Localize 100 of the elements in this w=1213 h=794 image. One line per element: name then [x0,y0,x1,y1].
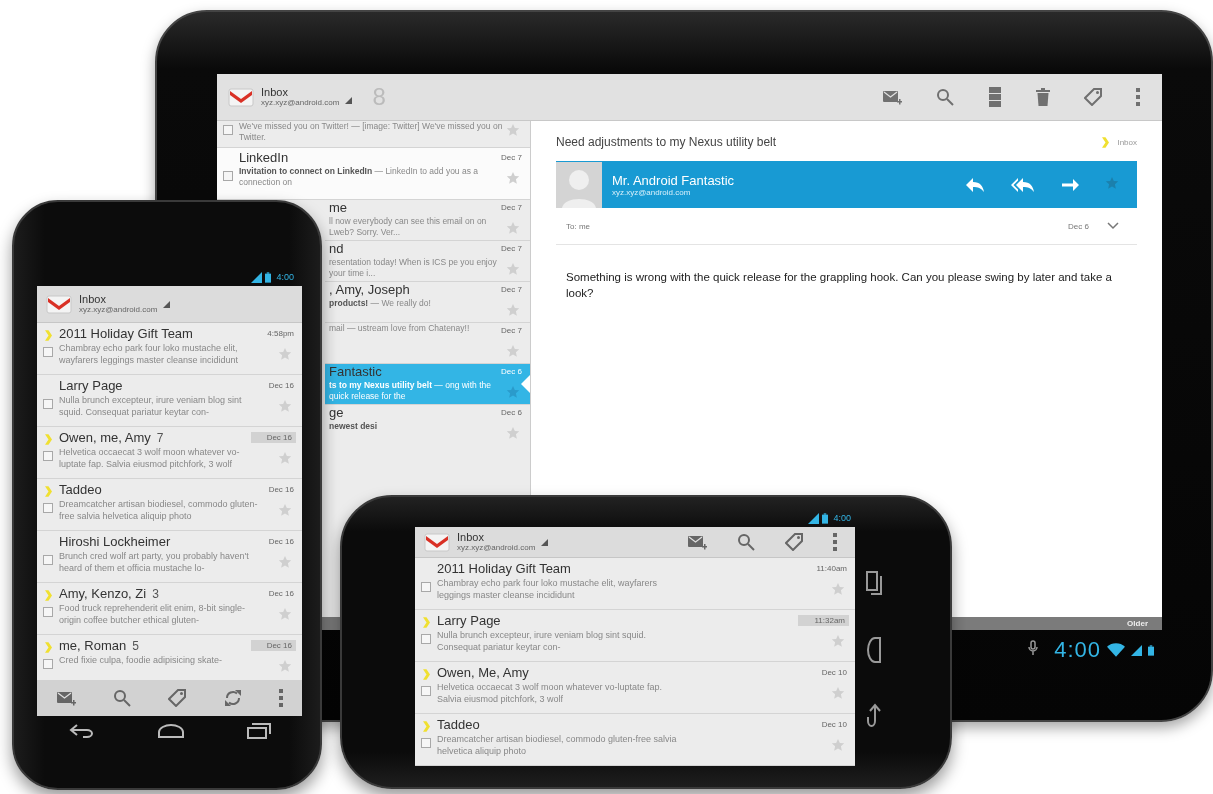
email-row[interactable]: LinkedIn Invitation to connect on LinkedIn — LinkedIn to add you as a connection on Dec 7 [217,148,530,200]
reply-all-icon[interactable] [1011,176,1035,193]
email-snippet: Invitation to connect on LinkedIn — LinkedIn to add you as a connection on [239,166,480,188]
star-icon[interactable] [831,686,845,700]
email-snippet: products! — We really do! [329,298,432,309]
tag-icon[interactable] [1084,88,1102,106]
microphone-icon[interactable] [1028,640,1039,656]
tag-icon[interactable] [168,689,187,707]
email-row[interactable]: Fantastic ts to my Nexus utility belt — ong with the quick release for the Dec 6 [325,364,530,405]
sender-name: me, Roman [59,638,127,654]
important-marker-icon [1102,136,1110,148]
email-date: Dec 6 [500,366,523,377]
compose-icon[interactable] [687,533,707,551]
search-icon[interactable] [737,533,755,551]
recent-apps-icon[interactable] [246,723,271,739]
envelope-logo-icon[interactable] [423,531,451,553]
star-icon[interactable] [831,738,845,752]
dropdown-caret-icon[interactable] [345,97,353,104]
important-marker-icon[interactable] [422,669,430,680]
star-icon[interactable] [278,399,292,413]
star-icon[interactable] [278,347,292,361]
star-icon[interactable] [506,426,520,440]
tag-icon[interactable] [785,533,803,551]
star-icon[interactable] [278,555,292,569]
home-icon[interactable] [867,637,881,663]
important-marker-icon[interactable] [44,642,52,653]
checkbox[interactable] [43,347,53,357]
drawer-stack-icon[interactable] [988,86,1002,108]
search-icon[interactable] [936,88,954,106]
email-date: Dec 6 [500,407,523,418]
checkbox[interactable] [43,451,53,461]
email-row[interactable]: , Amy, Joseph products! — We really do! Dec 7 [325,282,530,323]
refresh-icon[interactable] [223,689,242,707]
dropdown-caret-icon[interactable] [541,539,549,546]
email-snippet: Nulla brunch excepteur, irure veniam blog sint squid. Consequat pariatur keytar con- [437,629,648,653]
back-icon[interactable] [68,724,95,738]
search-icon[interactable] [113,689,132,707]
star-icon[interactable] [278,451,292,465]
compose-icon[interactable] [882,88,902,106]
reply-icon[interactable] [965,176,985,193]
account-email[interactable]: xyz.xyz@android.com [79,305,158,315]
star-icon[interactable] [278,607,292,621]
checkbox[interactable] [43,607,53,617]
sender-name: , Amy, Joseph [329,282,410,298]
star-icon[interactable] [506,123,520,137]
star-icon[interactable] [831,634,845,648]
star-icon[interactable] [506,385,520,399]
checkbox[interactable] [421,686,431,696]
dropdown-caret-icon[interactable] [163,301,171,308]
checkbox[interactable] [43,659,53,669]
account-email[interactable]: xyz.xyz@android.com [261,98,340,108]
sender-email: xyz.xyz@android.com [612,187,692,197]
trash-icon[interactable] [1036,88,1050,106]
important-marker-icon[interactable] [44,590,52,601]
star-icon[interactable] [831,582,845,596]
star-icon[interactable] [278,659,292,673]
checkbox[interactable] [421,738,431,748]
checkbox[interactable] [43,503,53,513]
message-body: Something is wrong with the quick release for the grappling hook. Can you please swing by later and take a look? [566,270,1113,301]
expand-icon[interactable] [1107,222,1119,230]
email-snippet: Chambray echo park four loko mustache elit, wayfarers leggings master cleanse incididunt [437,577,659,601]
checkbox[interactable] [223,125,233,135]
star-icon[interactable] [278,503,292,517]
back-icon[interactable] [867,703,881,729]
forward-icon[interactable] [1061,176,1079,193]
overflow-menu-icon[interactable] [279,689,284,707]
email-snippet: Chambray echo park four loko mustache elit, wayfarers leggings master cleanse incididunt [59,342,240,366]
compose-icon[interactable] [55,689,76,707]
checkbox[interactable] [43,399,53,409]
checkbox[interactable] [223,171,233,181]
star-icon[interactable] [506,221,520,235]
email-date: 11:32am [798,615,849,626]
important-marker-icon[interactable] [44,330,52,341]
recent-apps-icon[interactable] [866,571,882,595]
email-date: Dec 16 [267,380,295,391]
checkbox[interactable] [421,582,431,592]
overflow-menu-icon[interactable] [833,533,837,551]
overflow-menu-icon[interactable] [1136,88,1140,106]
important-marker-icon[interactable] [422,721,430,732]
checkbox[interactable] [43,555,53,565]
star-icon[interactable] [506,171,520,185]
email-row[interactable]: mail — ustream love from Chatenay!! Dec 7 [325,323,530,364]
important-marker-icon[interactable] [422,617,430,628]
home-icon[interactable] [157,724,184,738]
star-icon[interactable] [506,344,520,358]
important-marker-icon[interactable] [44,486,52,497]
checkbox[interactable] [421,634,431,644]
important-marker-icon[interactable] [44,434,52,445]
email-snippet: ts to my Nexus utility belt — ong with the quick release for the [329,380,493,402]
star-icon[interactable] [1105,175,1119,190]
email-row[interactable]: nd resentation today! When is ICS pe you enjoy your time i... Dec 7 [325,241,530,282]
older-button[interactable]: Older [1127,617,1148,630]
envelope-logo-icon[interactable] [227,86,255,108]
account-email[interactable]: xyz.xyz@android.com [457,543,536,553]
sender-name: nd [329,241,344,257]
battery-icon [822,512,829,524]
envelope-logo-icon[interactable] [45,293,73,315]
message-date: Dec 6 [1068,221,1089,231]
star-icon[interactable] [506,303,520,317]
star-icon[interactable] [506,262,520,276]
